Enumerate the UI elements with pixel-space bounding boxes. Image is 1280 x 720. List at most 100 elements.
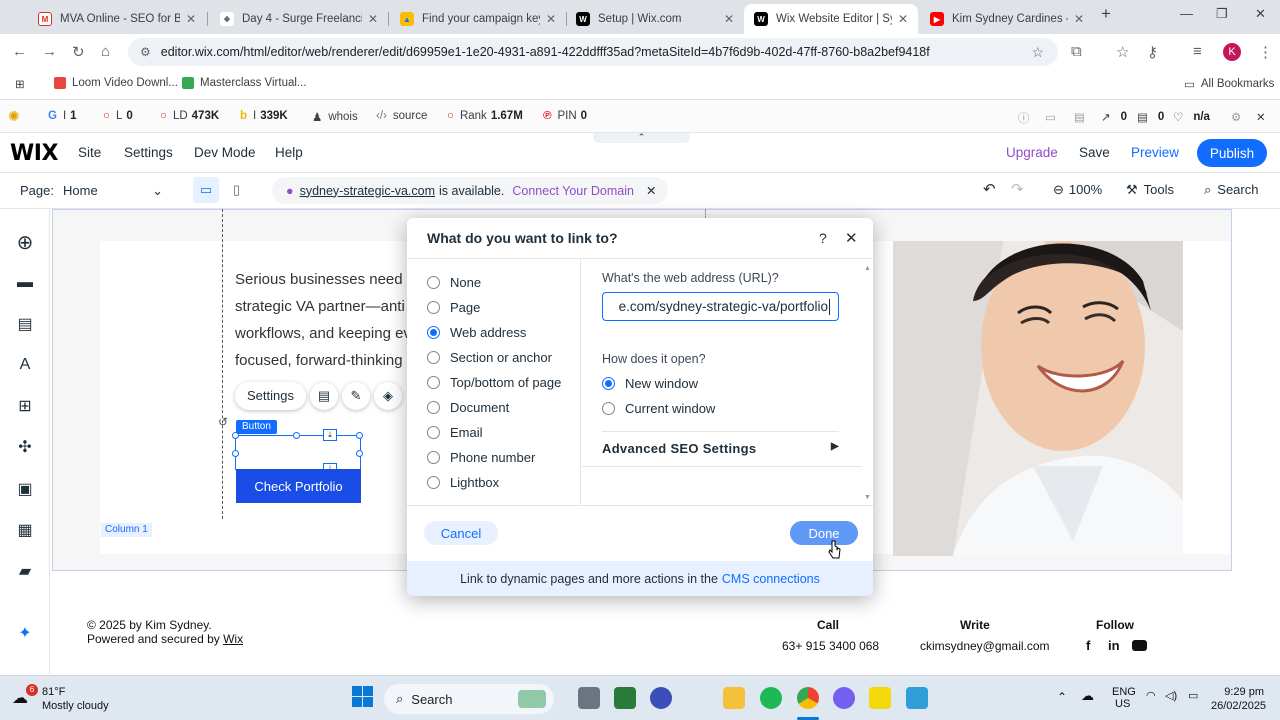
close-tab-icon[interactable]: ✕ <box>1074 12 1084 26</box>
cancel-button[interactable]: Cancel <box>424 521 498 545</box>
seo-external-links[interactable]: ↗ 0 <box>1101 110 1127 124</box>
info-icon[interactable]: ⓘ <box>1018 110 1030 126</box>
task-view-icon[interactable] <box>578 687 600 709</box>
advanced-seo-toggle[interactable]: Advanced SEO Settings ▶ <box>602 441 839 456</box>
close-tab-icon[interactable]: ✕ <box>186 12 196 26</box>
chevron-up-icon[interactable]: ⌃ <box>1057 690 1067 704</box>
site-info-icon[interactable]: ⚙ <box>140 45 151 59</box>
profile-avatar[interactable]: K <box>1223 43 1241 61</box>
seo-whois[interactable]: ♟ whois <box>312 110 358 124</box>
option-none[interactable]: None <box>427 275 481 290</box>
seo-metric[interactable]: GI1 <box>48 110 77 122</box>
footer-phone[interactable]: 63+ 915 3400 068 <box>782 639 879 653</box>
add-elements-icon[interactable]: ⊕ <box>14 231 36 254</box>
option-current-window[interactable]: Current window <box>602 401 715 416</box>
preview-button[interactable]: Preview <box>1131 145 1179 160</box>
close-icon[interactable]: ✕ <box>845 229 858 247</box>
chrome-icon[interactable] <box>797 687 819 709</box>
close-window-icon[interactable]: ✕ <box>1255 6 1266 22</box>
extensions-icon[interactable]: ⧉ <box>1071 43 1082 60</box>
radio-button[interactable] <box>427 426 440 439</box>
volume-icon[interactable]: ◁) <box>1165 689 1177 702</box>
radio-button[interactable] <box>427 451 440 464</box>
bookmark-loom[interactable]: Loom Video Downl... <box>54 77 178 89</box>
search-button[interactable]: ⌕ Search <box>1204 182 1258 198</box>
facebook-icon[interactable]: f <box>1086 638 1090 653</box>
scrollbar[interactable]: ▲ ▼ <box>864 265 871 501</box>
option-lightbox[interactable]: Lightbox <box>427 475 499 490</box>
collapse-toolbar-handle[interactable]: ⌃ <box>593 133 690 143</box>
browser-tab[interactable]: M MVA Online - SEO for Busi ✕ <box>28 4 206 34</box>
menu-dev-mode[interactable]: Dev Mode <box>194 145 256 160</box>
seo-metric[interactable]: ○ L 0 <box>103 110 133 122</box>
selection-frame[interactable]: ⤓ ⤓ <box>232 429 363 475</box>
download-handle-icon[interactable]: ⤓ <box>323 429 337 441</box>
animation-icon[interactable]: ◈ <box>373 382 402 410</box>
browser-tab-active[interactable]: W Wix Website Editor | Sydne ✕ <box>744 4 918 34</box>
bookmark-star-icon[interactable]: ☆ <box>1031 44 1044 61</box>
footer-email[interactable]: ckimsydney@gmail.com <box>920 639 1050 653</box>
close-tab-icon[interactable]: ✕ <box>368 12 378 26</box>
desktop-view-icon[interactable]: ▭ <box>193 177 219 203</box>
apps-grid-icon[interactable]: ⊞ <box>15 77 25 91</box>
star-extension-icon[interactable]: ☆ <box>1116 43 1129 61</box>
close-tab-icon[interactable]: ✕ <box>724 12 734 26</box>
close-tab-icon[interactable]: ✕ <box>898 12 908 26</box>
option-email[interactable]: Email <box>427 425 483 440</box>
resize-handle[interactable] <box>232 432 239 439</box>
taskbar-search[interactable]: ⌕ Search <box>384 684 554 714</box>
youtube-icon[interactable] <box>1132 640 1147 651</box>
clock[interactable]: 9:29 pm <box>1222 686 1264 698</box>
password-icon[interactable]: ⚷ <box>1147 43 1158 61</box>
scroll-up-icon[interactable]: ▲ <box>864 265 871 272</box>
wifi-icon[interactable]: ◠ <box>1146 689 1156 702</box>
help-icon[interactable]: ? <box>819 230 827 246</box>
seo-pin[interactable]: ℗ PIN 0 <box>543 110 587 122</box>
connect-domain-link[interactable]: Connect Your Domain <box>512 184 634 198</box>
option-section-anchor[interactable]: Section or anchor <box>427 350 552 365</box>
all-bookmarks[interactable]: ▭ All Bookmarks <box>1184 77 1274 91</box>
radio-button[interactable] <box>427 301 440 314</box>
resize-handle[interactable] <box>293 432 300 439</box>
scroll-down-icon[interactable]: ▼ <box>864 494 871 501</box>
radio-button[interactable] <box>427 351 440 364</box>
undo-icon[interactable]: ↶ <box>983 180 996 198</box>
close-icon[interactable]: ✕ <box>646 183 656 198</box>
radio-button[interactable] <box>602 402 615 415</box>
page-selector[interactable]: Home ⌄ <box>63 183 163 199</box>
portrait-photo[interactable] <box>893 241 1183 556</box>
viber-icon[interactable] <box>833 687 855 709</box>
reload-icon[interactable]: ↻ <box>72 43 85 61</box>
seo-rank[interactable]: ○ Rank 1.67M <box>447 110 523 122</box>
done-button[interactable]: Done <box>790 521 858 545</box>
new-tab-icon[interactable]: + <box>1101 4 1111 24</box>
seo-diagnosis[interactable]: ♡ n/a <box>1173 110 1210 124</box>
ai-assistant-icon[interactable]: ✦ <box>14 622 36 644</box>
weather-widget[interactable]: ☁ 6 <box>12 684 38 708</box>
language-indicator[interactable]: ENG US <box>1112 686 1136 710</box>
spotify-icon[interactable] <box>760 687 782 709</box>
cms-icon[interactable]: ▦ <box>14 519 36 541</box>
file-explorer-icon[interactable] <box>723 687 745 709</box>
url-input[interactable]: e.com/sydney-strategic-va/portfolio <box>602 292 839 321</box>
seo-metric[interactable]: b I 339K <box>240 110 288 122</box>
doc-small-icon[interactable]: ▤ <box>1074 110 1085 124</box>
wix-link[interactable]: Wix <box>223 632 243 646</box>
menu-kebab-icon[interactable]: ⋮ <box>1258 43 1273 61</box>
browser-tab[interactable]: ▶ Kim Sydney Cardines - You ✕ <box>920 4 1094 34</box>
minimize-icon[interactable]: — <box>1180 6 1193 21</box>
radio-button[interactable] <box>427 276 440 289</box>
settings-app-icon[interactable] <box>650 687 672 709</box>
maximize-icon[interactable]: ❐ <box>1216 6 1228 22</box>
cloud-icon[interactable]: ☁ <box>1081 688 1094 704</box>
edit-pencil-icon[interactable]: ✎ <box>341 382 370 410</box>
settings-button[interactable]: Settings <box>235 382 306 410</box>
menu-settings[interactable]: Settings <box>124 145 173 160</box>
radio-button-selected[interactable] <box>427 326 440 339</box>
zoom-control[interactable]: ⊖ 100% <box>1053 182 1102 198</box>
pages-icon[interactable]: ▤ <box>14 313 36 335</box>
resize-handle[interactable] <box>356 450 363 457</box>
radio-button[interactable] <box>427 476 440 489</box>
design-presets-icon[interactable]: ▤ <box>309 382 338 410</box>
cms-connections-link[interactable]: CMS connections <box>722 572 820 586</box>
